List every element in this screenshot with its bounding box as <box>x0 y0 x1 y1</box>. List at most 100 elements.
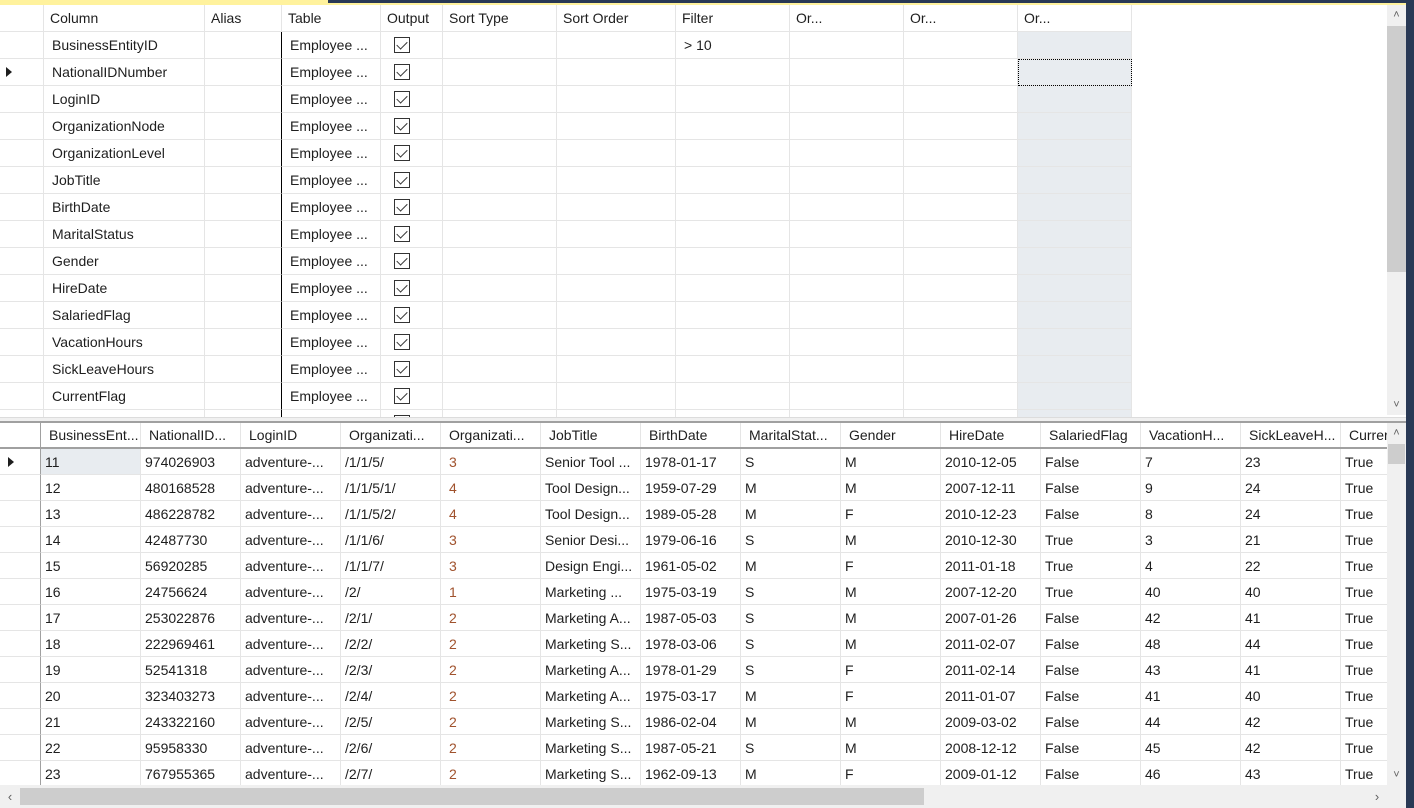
organizationnode-cell[interactable]: /2/7/ <box>341 761 441 785</box>
column-cell[interactable]: NationalIDNumber <box>44 59 205 86</box>
organizationnode-cell[interactable]: /2/2/ <box>341 631 441 657</box>
alias-cell[interactable] <box>205 302 282 329</box>
checkbox-checked-icon[interactable] <box>394 334 410 350</box>
output-checkbox[interactable] <box>381 356 443 383</box>
organizationnode-cell[interactable]: /1/1/6/ <box>341 527 441 553</box>
table-cell[interactable]: Employee ... <box>282 329 381 356</box>
salariedflag-cell[interactable]: False <box>1041 631 1141 657</box>
table-row[interactable]: 22 95958330 adventure-.../2/6/2 Marketing S… <box>0 735 1387 761</box>
businessentityid-cell[interactable]: 17 <box>41 605 141 631</box>
column-cell[interactable]: VacationHours <box>44 329 205 356</box>
row-selector[interactable] <box>0 167 44 194</box>
table-row[interactable]: 13 486228782 adventure-.../1/1/5/2/4 Tool D… <box>0 501 1387 527</box>
currentflag-header[interactable]: Currer <box>1341 423 1387 447</box>
or-cell-1[interactable] <box>790 167 904 194</box>
organizationlevel-cell[interactable]: 2 <box>441 657 541 683</box>
organizationnode-cell[interactable]: /2/4/ <box>341 683 441 709</box>
or-cell-1[interactable] <box>790 32 904 59</box>
or-cell-3[interactable] <box>1018 59 1132 86</box>
row-selector[interactable] <box>0 579 41 605</box>
hiredate-cell[interactable]: 2010-12-05 <box>941 449 1041 475</box>
sickleavehours-cell[interactable]: 23 <box>1241 449 1341 475</box>
organizationlevel-cell[interactable]: 2 <box>441 605 541 631</box>
criteria-row[interactable]: CurrentFlag Employee ... <box>0 383 1132 410</box>
sickleavehours-cell[interactable]: 43 <box>1241 761 1341 785</box>
gender-cell[interactable]: M <box>841 579 941 605</box>
row-selector[interactable] <box>0 113 44 140</box>
maritalstatus-cell[interactable]: M <box>741 553 841 579</box>
table-header[interactable]: Table <box>282 5 381 32</box>
output-checkbox[interactable] <box>381 140 443 167</box>
birthdate-cell[interactable]: 1975-03-17 <box>641 683 741 709</box>
filter-cell[interactable] <box>676 59 790 86</box>
row-selector[interactable] <box>0 302 44 329</box>
organizationlevel-cell[interactable]: 1 <box>441 579 541 605</box>
output-checkbox[interactable] <box>381 329 443 356</box>
loginid-cell[interactable]: adventure-... <box>241 501 341 527</box>
alias-cell[interactable] <box>205 86 282 113</box>
jobtitle-cell[interactable]: Senior Tool ... <box>541 449 641 475</box>
businessentityid-cell[interactable]: 12 <box>41 475 141 501</box>
or-cell-1[interactable] <box>790 113 904 140</box>
nationalidnumber-cell[interactable]: 95958330 <box>141 735 241 761</box>
salariedflag-cell[interactable]: False <box>1041 709 1141 735</box>
table-cell[interactable]: Employee ... <box>282 194 381 221</box>
businessentityid-cell[interactable]: 16 <box>41 579 141 605</box>
output-checkbox[interactable] <box>381 194 443 221</box>
sort-type-cell[interactable] <box>443 329 557 356</box>
currentflag-cell[interactable]: True <box>1341 527 1387 553</box>
birthdate-cell[interactable]: 1989-05-28 <box>641 501 741 527</box>
or-cell-3[interactable] <box>1018 356 1132 383</box>
vacationhours-cell[interactable]: 40 <box>1141 579 1241 605</box>
row-selector[interactable] <box>0 32 44 59</box>
checkbox-checked-icon[interactable] <box>394 172 410 188</box>
row-selector[interactable] <box>0 761 41 785</box>
row-selector-header[interactable] <box>0 5 44 32</box>
checkbox-checked-icon[interactable] <box>394 64 410 80</box>
sort-type-cell[interactable] <box>443 410 557 417</box>
maritalstatus-cell[interactable]: M <box>741 683 841 709</box>
column-cell[interactable]: MaritalStatus <box>44 221 205 248</box>
checkbox-checked-icon[interactable] <box>394 91 410 107</box>
sort-order-header[interactable]: Sort Order <box>557 5 676 32</box>
or-header-3[interactable]: Or... <box>1018 5 1132 32</box>
or-cell-1[interactable] <box>790 140 904 167</box>
column-cell[interactable]: JobTitle <box>44 167 205 194</box>
alias-cell[interactable] <box>205 32 282 59</box>
sort-type-cell[interactable] <box>443 383 557 410</box>
row-selector[interactable] <box>0 475 41 501</box>
maritalstatus-cell[interactable]: S <box>741 631 841 657</box>
currentflag-cell[interactable]: True <box>1341 683 1387 709</box>
row-selector[interactable] <box>0 605 41 631</box>
gender-cell[interactable]: M <box>841 527 941 553</box>
row-selector[interactable] <box>0 683 41 709</box>
table-row[interactable]: 12 480168528 adventure-.../1/1/5/1/4 Tool D… <box>0 475 1387 501</box>
hiredate-cell[interactable]: 2010-12-30 <box>941 527 1041 553</box>
jobtitle-header[interactable]: JobTitle <box>541 423 641 447</box>
checkbox-checked-icon[interactable] <box>394 361 410 377</box>
jobtitle-cell[interactable]: Tool Design... <box>541 475 641 501</box>
filter-cell[interactable] <box>676 275 790 302</box>
loginid-cell[interactable]: adventure-... <box>241 605 341 631</box>
checkbox-checked-icon[interactable] <box>394 253 410 269</box>
jobtitle-cell[interactable]: Marketing A... <box>541 683 641 709</box>
filter-cell[interactable] <box>676 194 790 221</box>
salariedflag-cell[interactable]: True <box>1041 579 1141 605</box>
birthdate-cell[interactable]: 1986-02-04 <box>641 709 741 735</box>
row-selector[interactable] <box>0 221 44 248</box>
salariedflag-cell[interactable]: False <box>1041 501 1141 527</box>
or-cell-3[interactable] <box>1018 410 1132 417</box>
organizationnode-cell[interactable]: /1/1/7/ <box>341 553 441 579</box>
gender-cell[interactable]: F <box>841 761 941 785</box>
table-row[interactable]: 19 52541318 adventure-.../2/3/2 Marketing A… <box>0 657 1387 683</box>
organizationlevel-header[interactable]: Organizati... <box>441 423 541 447</box>
organizationlevel-cell[interactable]: 3 <box>441 527 541 553</box>
checkbox-checked-icon[interactable] <box>394 118 410 134</box>
or-cell-3[interactable] <box>1018 86 1132 113</box>
table-row[interactable]: 14 42487730 adventure-.../1/1/6/3 Senior De… <box>0 527 1387 553</box>
criteria-row[interactable]: LoginID Employee ... <box>0 86 1132 113</box>
sort-order-cell[interactable] <box>557 329 676 356</box>
column-cell[interactable] <box>44 410 205 417</box>
table-row[interactable]: 16 24756624 adventure-.../2/1 Marketing ...… <box>0 579 1387 605</box>
businessentityid-header[interactable]: BusinessEnt... <box>41 423 141 447</box>
